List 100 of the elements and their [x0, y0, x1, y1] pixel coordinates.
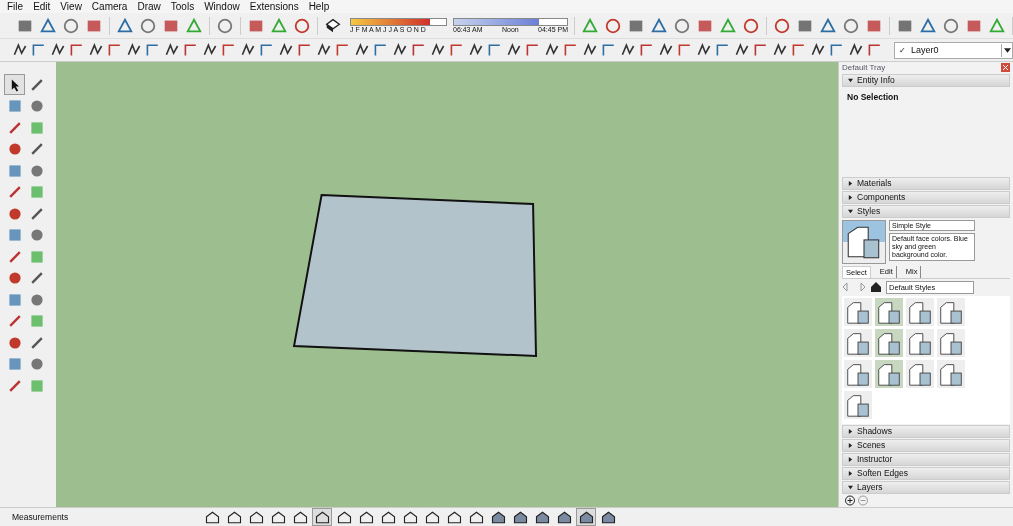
- view-button[interactable]: [576, 508, 596, 526]
- layer-dropdown[interactable]: ✓ Layer0: [894, 41, 1013, 59]
- time-slider[interactable]: [453, 18, 568, 26]
- style-thumbnail[interactable]: [875, 328, 903, 357]
- style-thumbnail[interactable]: [844, 297, 872, 326]
- view-button[interactable]: [312, 508, 332, 526]
- tool-icon[interactable]: [715, 42, 731, 58]
- style-thumbnail[interactable]: [875, 359, 903, 388]
- tool-icon[interactable]: [601, 42, 617, 58]
- panel-header[interactable]: Shadows: [842, 424, 1010, 438]
- tool-icon[interactable]: [116, 16, 134, 35]
- tool-icon[interactable]: [392, 42, 408, 58]
- house-icon: [534, 509, 550, 525]
- menu-item[interactable]: Draw: [137, 0, 161, 13]
- tool-icon[interactable]: [819, 16, 837, 35]
- menu-item[interactable]: Help: [308, 0, 330, 13]
- tool-icon[interactable]: [297, 42, 313, 58]
- tool-icon[interactable]: [639, 42, 655, 58]
- tool-icon[interactable]: [240, 42, 256, 58]
- tool-icon[interactable]: [696, 42, 712, 58]
- tool-icon[interactable]: [373, 42, 389, 58]
- tool-icon[interactable]: [772, 42, 788, 58]
- tool-icon[interactable]: [919, 16, 937, 35]
- style-thumbnail[interactable]: [906, 328, 934, 357]
- tool-icon[interactable]: [848, 42, 864, 58]
- panel-header[interactable]: Layers: [842, 480, 1010, 494]
- tool-icon[interactable]: [145, 42, 161, 58]
- tool-icon[interactable]: [316, 42, 332, 58]
- tool-icon[interactable]: [354, 42, 370, 58]
- tool-icon[interactable]: [773, 16, 791, 35]
- style-thumbnail[interactable]: [906, 297, 934, 326]
- style-thumbnail[interactable]: [937, 328, 965, 357]
- menu-item[interactable]: Extensions: [249, 0, 299, 13]
- tool-icon[interactable]: [39, 16, 57, 35]
- tool-icon[interactable]: [12, 42, 28, 58]
- shadow-icon[interactable]: [324, 16, 342, 35]
- tool-icon: [6, 270, 23, 286]
- tool-icon[interactable]: [468, 42, 484, 58]
- tool-icon[interactable]: [50, 42, 66, 58]
- tool-icon[interactable]: [658, 42, 674, 58]
- menu-item[interactable]: Tools: [170, 0, 195, 13]
- tool-icon[interactable]: [734, 42, 750, 58]
- tool-icon[interactable]: [810, 42, 826, 58]
- tool-icon[interactable]: [742, 16, 760, 35]
- add-remove-layer-icon[interactable]: [845, 494, 869, 506]
- tool-icon[interactable]: [449, 42, 465, 58]
- style-thumbnail[interactable]: [844, 390, 872, 419]
- tool-icon[interactable]: [620, 42, 636, 58]
- tool-icon[interactable]: [88, 42, 104, 58]
- tool-icon[interactable]: [335, 42, 351, 58]
- tool-icon[interactable]: [183, 42, 199, 58]
- panel-header[interactable]: Instructor: [842, 452, 1010, 466]
- tool-icon[interactable]: [221, 42, 237, 58]
- tool-icon[interactable]: [293, 16, 311, 35]
- style-thumbnail[interactable]: [937, 297, 965, 326]
- style-thumbnail[interactable]: [906, 359, 934, 388]
- style-thumbnail[interactable]: [875, 297, 903, 326]
- panel-header[interactable]: Styles: [842, 204, 1010, 218]
- tool-icon[interactable]: [791, 42, 807, 58]
- tool-icon[interactable]: [829, 42, 845, 58]
- tool-icon[interactable]: [650, 16, 668, 35]
- panel-header[interactable]: Components: [842, 190, 1010, 204]
- panel-header[interactable]: Materials: [842, 176, 1010, 190]
- tool-icon[interactable]: [69, 42, 85, 58]
- panel-header[interactable]: Soften Edges: [842, 466, 1010, 480]
- tool-icon[interactable]: [677, 42, 693, 58]
- month-slider[interactable]: [350, 18, 447, 26]
- tool-button[interactable]: [4, 74, 25, 95]
- panel-header[interactable]: Scenes: [842, 438, 1010, 452]
- rectangle-face[interactable]: [292, 194, 538, 358]
- tool-icon[interactable]: [126, 42, 142, 58]
- tool-icon[interactable]: [278, 42, 294, 58]
- tool-icon[interactable]: [202, 42, 218, 58]
- tool-icon[interactable]: [31, 42, 47, 58]
- tool-icon[interactable]: [506, 42, 522, 58]
- menu-item[interactable]: File: [7, 0, 24, 13]
- menu-item[interactable]: Window: [204, 0, 240, 13]
- tool-icon[interactable]: [430, 42, 446, 58]
- tool-icon[interactable]: [525, 42, 541, 58]
- tool-icon[interactable]: [604, 16, 622, 35]
- tool-icon[interactable]: [563, 42, 579, 58]
- tool-icon[interactable]: [753, 42, 769, 58]
- tool-icon[interactable]: [164, 42, 180, 58]
- menu-item[interactable]: Edit: [33, 0, 51, 13]
- tool-icon[interactable]: [487, 42, 503, 58]
- menu-item[interactable]: View: [60, 0, 82, 13]
- tool-icon[interactable]: [259, 42, 275, 58]
- panel-header[interactable]: Entity Info: [842, 74, 1010, 88]
- style-thumbnail[interactable]: [937, 359, 965, 388]
- tool-icon: [28, 227, 45, 243]
- tool-icon[interactable]: [411, 42, 427, 58]
- menu-item[interactable]: Camera: [91, 0, 128, 13]
- home-icon[interactable]: [870, 281, 882, 294]
- tool-icon[interactable]: [544, 42, 560, 58]
- tool-icon[interactable]: [867, 42, 883, 58]
- style-thumbnail[interactable]: [844, 328, 872, 357]
- tool-icon[interactable]: [582, 42, 598, 58]
- style-thumbnail[interactable]: [844, 359, 872, 388]
- close-icon[interactable]: [1001, 63, 1010, 73]
- tool-icon[interactable]: [107, 42, 123, 58]
